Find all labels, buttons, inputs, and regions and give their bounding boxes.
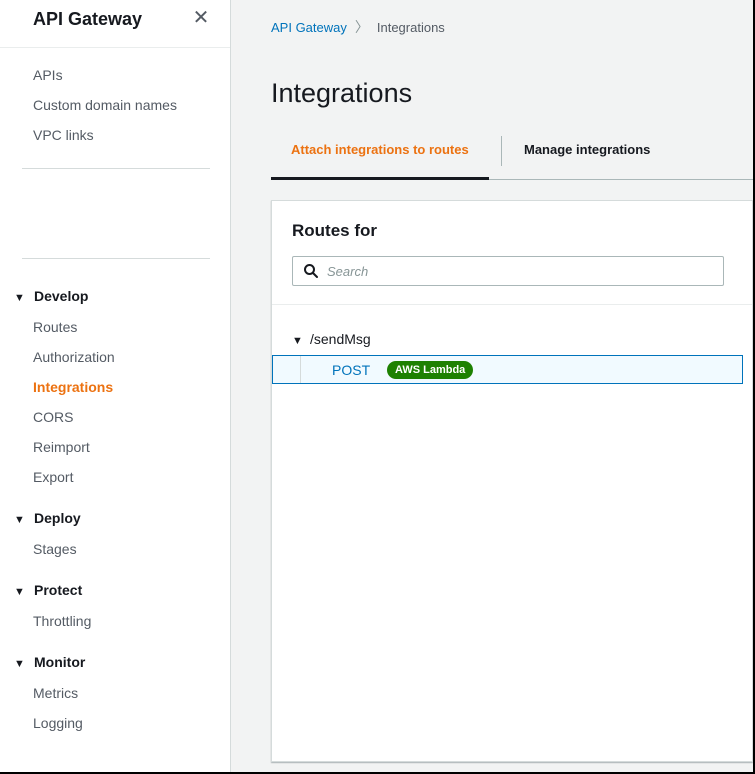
search-input[interactable]	[327, 261, 717, 281]
sidebar-item-export[interactable]: Export	[33, 469, 73, 485]
sidebar-item-authorization[interactable]: Authorization	[33, 349, 115, 365]
main-content: API Gateway 〉 Integrations Integrations At…	[232, 0, 753, 772]
sidebar-item-logging[interactable]: Logging	[33, 715, 83, 731]
sidebar-section-protect[interactable]: ▼ Protect	[14, 582, 82, 598]
tab-divider	[501, 136, 502, 166]
caret-down-icon: ▼	[14, 292, 25, 304]
tab-attach-integrations[interactable]: Attach integrations to routes	[271, 132, 489, 180]
route-row-post[interactable]: POST AWS Lambda	[272, 355, 743, 384]
sidebar: API Gateway ✕ APIs Custom domain names V…	[0, 0, 231, 772]
caret-down-icon: ▼	[292, 335, 303, 347]
caret-down-icon: ▼	[14, 658, 25, 670]
search-icon	[304, 264, 318, 278]
breadcrumb-current: Integrations	[376, 20, 445, 35]
chevron-right-icon: 〉	[354, 19, 369, 35]
sidebar-section-label: Monitor	[34, 654, 86, 670]
sidebar-section-develop[interactable]: ▼ Develop	[14, 288, 88, 304]
sidebar-item-throttling[interactable]: Throttling	[33, 613, 91, 629]
breadcrumb: API Gateway 〉 Integrations	[271, 17, 445, 37]
sidebar-section-label: Deploy	[34, 510, 81, 526]
sidebar-section-label: Protect	[34, 582, 83, 598]
sidebar-header: API Gateway ✕	[0, 0, 230, 48]
sidebar-item-reimport[interactable]: Reimport	[33, 439, 90, 455]
sidebar-divider	[22, 258, 210, 259]
close-icon[interactable]: ✕	[190, 6, 212, 30]
routes-panel-title: Routes for	[292, 221, 377, 240]
tree-guide-line	[300, 356, 301, 383]
sidebar-item-vpc-links[interactable]: VPC links	[33, 127, 94, 143]
caret-down-icon: ▼	[14, 514, 25, 526]
routes-panel: Routes for ▼ /sendMsg POST AWS Lambda	[271, 200, 753, 762]
sidebar-section-deploy[interactable]: ▼ Deploy	[14, 510, 81, 526]
sidebar-item-integrations[interactable]: Integrations	[33, 379, 113, 395]
sidebar-item-apis[interactable]: APIs	[33, 67, 63, 83]
sidebar-item-cors[interactable]: CORS	[33, 409, 73, 425]
search-field[interactable]	[292, 256, 724, 286]
sidebar-section-monitor[interactable]: ▼ Monitor	[14, 654, 85, 670]
sidebar-title[interactable]: API Gateway	[33, 9, 142, 30]
app-frame: API Gateway ✕ APIs Custom domain names V…	[0, 0, 753, 772]
caret-down-icon: ▼	[14, 586, 25, 598]
tab-bar: Attach integrations to routes Manage int…	[271, 132, 753, 180]
sidebar-item-metrics[interactable]: Metrics	[33, 685, 78, 701]
page-title: Integrations	[271, 78, 413, 108]
sidebar-section-label: Develop	[34, 288, 89, 304]
integration-badge: AWS Lambda	[387, 361, 474, 379]
route-path-node[interactable]: ▼ /sendMsg	[292, 331, 371, 347]
sidebar-item-stages[interactable]: Stages	[33, 541, 77, 557]
sidebar-item-custom-domain-names[interactable]: Custom domain names	[33, 97, 177, 113]
sidebar-item-routes[interactable]: Routes	[33, 319, 77, 335]
tab-manage-integrations[interactable]: Manage integrations	[504, 132, 670, 179]
routes-panel-header: Routes for	[272, 201, 752, 305]
route-method[interactable]: POST	[332, 362, 370, 378]
route-path-label: /sendMsg	[310, 331, 371, 347]
breadcrumb-link-api-gateway[interactable]: API Gateway	[271, 20, 347, 35]
sidebar-divider	[22, 168, 210, 169]
